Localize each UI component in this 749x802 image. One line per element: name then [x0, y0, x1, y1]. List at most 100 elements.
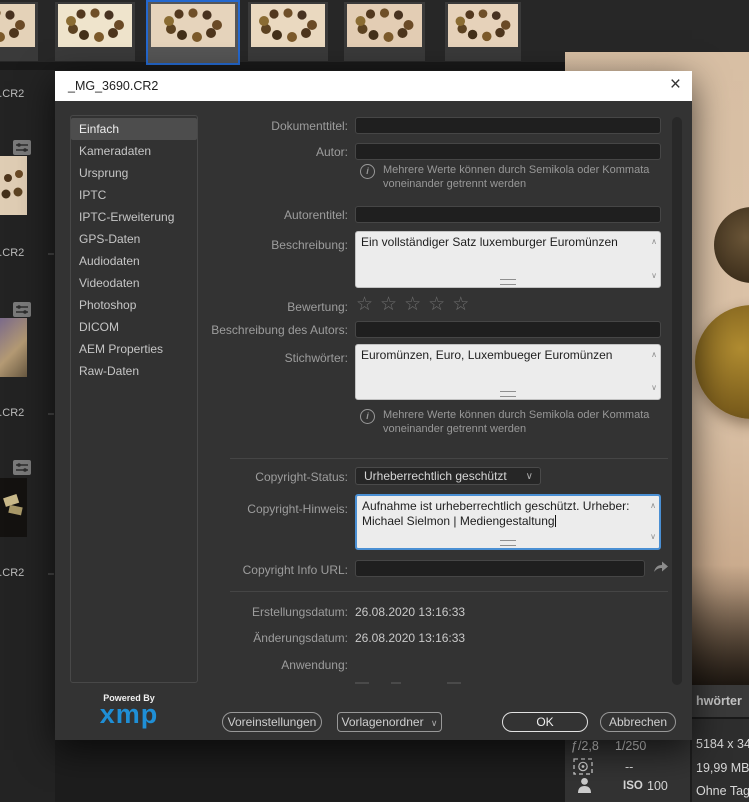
- star-icon[interactable]: ☆: [428, 294, 452, 315]
- tags-status: Ohne Tag: [696, 784, 749, 798]
- scroll-down-icon[interactable]: ∨: [651, 268, 657, 283]
- vorlagenordner-label: Vorlagenordner: [341, 715, 424, 729]
- bewertung-label: Bewertung:: [287, 300, 348, 314]
- scroll-tick: [48, 573, 54, 575]
- anwendung-label: Anwendung:: [281, 658, 348, 672]
- star-icon[interactable]: ☆: [356, 294, 380, 315]
- aenderungsdatum-value: 26.08.2020 13:16:33: [355, 631, 466, 645]
- thumbnail-cell[interactable]: [445, 2, 521, 61]
- keywords-panel-fragment: hwörter 5184 x 34 19,99 MB Ohne Tag: [692, 685, 749, 802]
- iso-label: ISO: [623, 780, 643, 792]
- scroll-up-icon[interactable]: ∧: [651, 347, 657, 362]
- coin-thumbnail-image: [151, 4, 235, 47]
- gold-coin-in-preview: [695, 305, 749, 419]
- dark-banknote-thumbnail[interactable]: [0, 478, 27, 537]
- dokumenttitel-label: Dokumenttitel:: [271, 119, 348, 133]
- develop-settings-badge-icon: [12, 139, 32, 156]
- autor-label: Autor:: [315, 145, 348, 159]
- thumbnail-cell[interactable]: [344, 2, 425, 61]
- ok-button[interactable]: OK: [502, 712, 588, 732]
- go-to-url-arrow-icon[interactable]: [653, 560, 669, 573]
- sidebar-item-videodaten[interactable]: Videodaten: [71, 272, 197, 294]
- beschreibung-des-autors-input[interactable]: [355, 321, 661, 338]
- thumbnail-cell[interactable]: [248, 2, 328, 61]
- multi-value-note: Mehrere Werte können durch Semikola oder…: [383, 164, 650, 190]
- white-balance-value: --: [625, 760, 634, 774]
- file-info-dialog: _MG_3690.CR2 × Einfach Kameradaten Urspr…: [55, 71, 692, 740]
- close-icon[interactable]: ×: [670, 75, 681, 95]
- stichwoerter-text: Euromünzen, Euro, Luxembueger Euromünzen: [361, 348, 613, 362]
- file-size: 19,99 MB: [696, 761, 749, 775]
- text-cursor: [554, 515, 556, 527]
- scroll-tick: [48, 413, 54, 415]
- voreinstellungen-button[interactable]: Voreinstellungen: [222, 712, 322, 732]
- abbrechen-button[interactable]: Abbrechen: [600, 712, 676, 732]
- erstellungsdatum-value: 26.08.2020 13:16:33: [355, 605, 466, 619]
- beschreibung-label: Beschreibung:: [271, 238, 348, 252]
- resize-grip[interactable]: [500, 279, 516, 285]
- thumbnail-cell[interactable]: [55, 2, 135, 61]
- autorentitel-input[interactable]: [355, 206, 661, 223]
- copyright-status-value: Urheberrechtlich geschützt: [364, 469, 507, 483]
- chevron-down-icon: ∨: [525, 471, 533, 482]
- metadata-placard: ƒ/2,8 1/250 -- ISO 100: [565, 730, 690, 802]
- rating-stars: ☆☆☆☆☆: [356, 293, 476, 316]
- aperture-value: ƒ/2,8: [571, 739, 599, 753]
- star-icon[interactable]: ☆: [404, 294, 428, 315]
- coin-scatter-thumbnail[interactable]: [0, 156, 27, 215]
- dialog-title-bar[interactable]: _MG_3690.CR2 ×: [55, 71, 692, 101]
- vorlagenordner-dropdown-button[interactable]: Vorlagenordner ∨: [337, 712, 442, 732]
- copyright-hinweis-textarea[interactable]: Aufnahme ist urheberrechtlich geschützt.…: [355, 494, 661, 550]
- panel-header-label: hwörter: [696, 694, 742, 708]
- develop-settings-badge-icon: [12, 459, 32, 476]
- beschreibung-textarea[interactable]: Ein vollständiger Satz luxemburger Eurom…: [355, 231, 661, 288]
- star-icon[interactable]: ☆: [380, 294, 404, 315]
- scroll-down-icon[interactable]: ∨: [651, 380, 657, 395]
- sidebar-item-audiodaten[interactable]: Audiodaten: [71, 250, 197, 272]
- copyright-status-dropdown[interactable]: Urheberrechtlich geschützt ∨: [355, 467, 541, 485]
- coin-thumbnail-image: [251, 4, 325, 47]
- erstellungsdatum-label: Erstellungsdatum:: [251, 605, 348, 619]
- clipped-row-fragment: [355, 682, 369, 684]
- autorentitel-label: Autorentitel:: [283, 208, 348, 222]
- shutter-speed-value: 1/250: [615, 739, 647, 753]
- coin-thumbnail-image: [347, 4, 422, 47]
- scroll-up-icon[interactable]: ∧: [650, 498, 656, 513]
- sidebar-item-ursprung[interactable]: Ursprung: [71, 162, 197, 184]
- dokumenttitel-input[interactable]: [355, 117, 661, 134]
- section-divider: [230, 458, 668, 459]
- file-name[interactable]: 96.CR2: [0, 247, 33, 259]
- info-icon: i: [360, 409, 375, 424]
- coin-thumbnail-image: [58, 4, 132, 47]
- metering-mode-icon: [573, 758, 593, 778]
- content-file-list: 88.CR2 96.CR2 04.CR2 59.CR2: [0, 70, 55, 802]
- resize-grip[interactable]: [500, 391, 516, 397]
- star-icon[interactable]: ☆: [452, 294, 476, 315]
- panel-header[interactable]: hwörter: [692, 685, 749, 717]
- thumbnail-cell[interactable]: [0, 2, 38, 61]
- scroll-tick: [48, 253, 54, 255]
- sidebar-item-iptc[interactable]: IPTC: [71, 184, 197, 206]
- info-icon: i: [360, 164, 375, 179]
- scroll-up-icon[interactable]: ∧: [651, 234, 657, 249]
- copyright-info-url-input[interactable]: [355, 560, 645, 577]
- stichwoerter-textarea[interactable]: Euromünzen, Euro, Luxembueger Euromünzen…: [355, 344, 661, 400]
- dialog-scrollbar[interactable]: [672, 117, 682, 685]
- image-dimensions: 5184 x 34: [696, 737, 749, 751]
- thumbnail-cell-selected[interactable]: [146, 0, 240, 65]
- panel-divider: [692, 717, 749, 719]
- xmp-wordmark: xmp: [99, 699, 159, 729]
- file-name[interactable]: 04.CR2: [0, 407, 33, 419]
- copyright-hinweis-label: Copyright-Hinweis:: [247, 502, 348, 516]
- autor-input[interactable]: [355, 143, 661, 160]
- file-name[interactable]: 59.CR2: [0, 567, 33, 579]
- resize-grip[interactable]: [500, 540, 516, 546]
- chevron-down-icon: ∨: [430, 718, 438, 728]
- banknote-thumbnail[interactable]: [0, 318, 27, 377]
- person-icon: [577, 777, 592, 797]
- copyright-status-label: Copyright-Status:: [255, 470, 348, 484]
- multi-value-note: Mehrere Werte können durch Semikola oder…: [383, 409, 650, 435]
- scroll-down-icon[interactable]: ∨: [650, 529, 656, 544]
- iso-value: 100: [647, 779, 668, 793]
- file-name[interactable]: 88.CR2: [0, 88, 33, 100]
